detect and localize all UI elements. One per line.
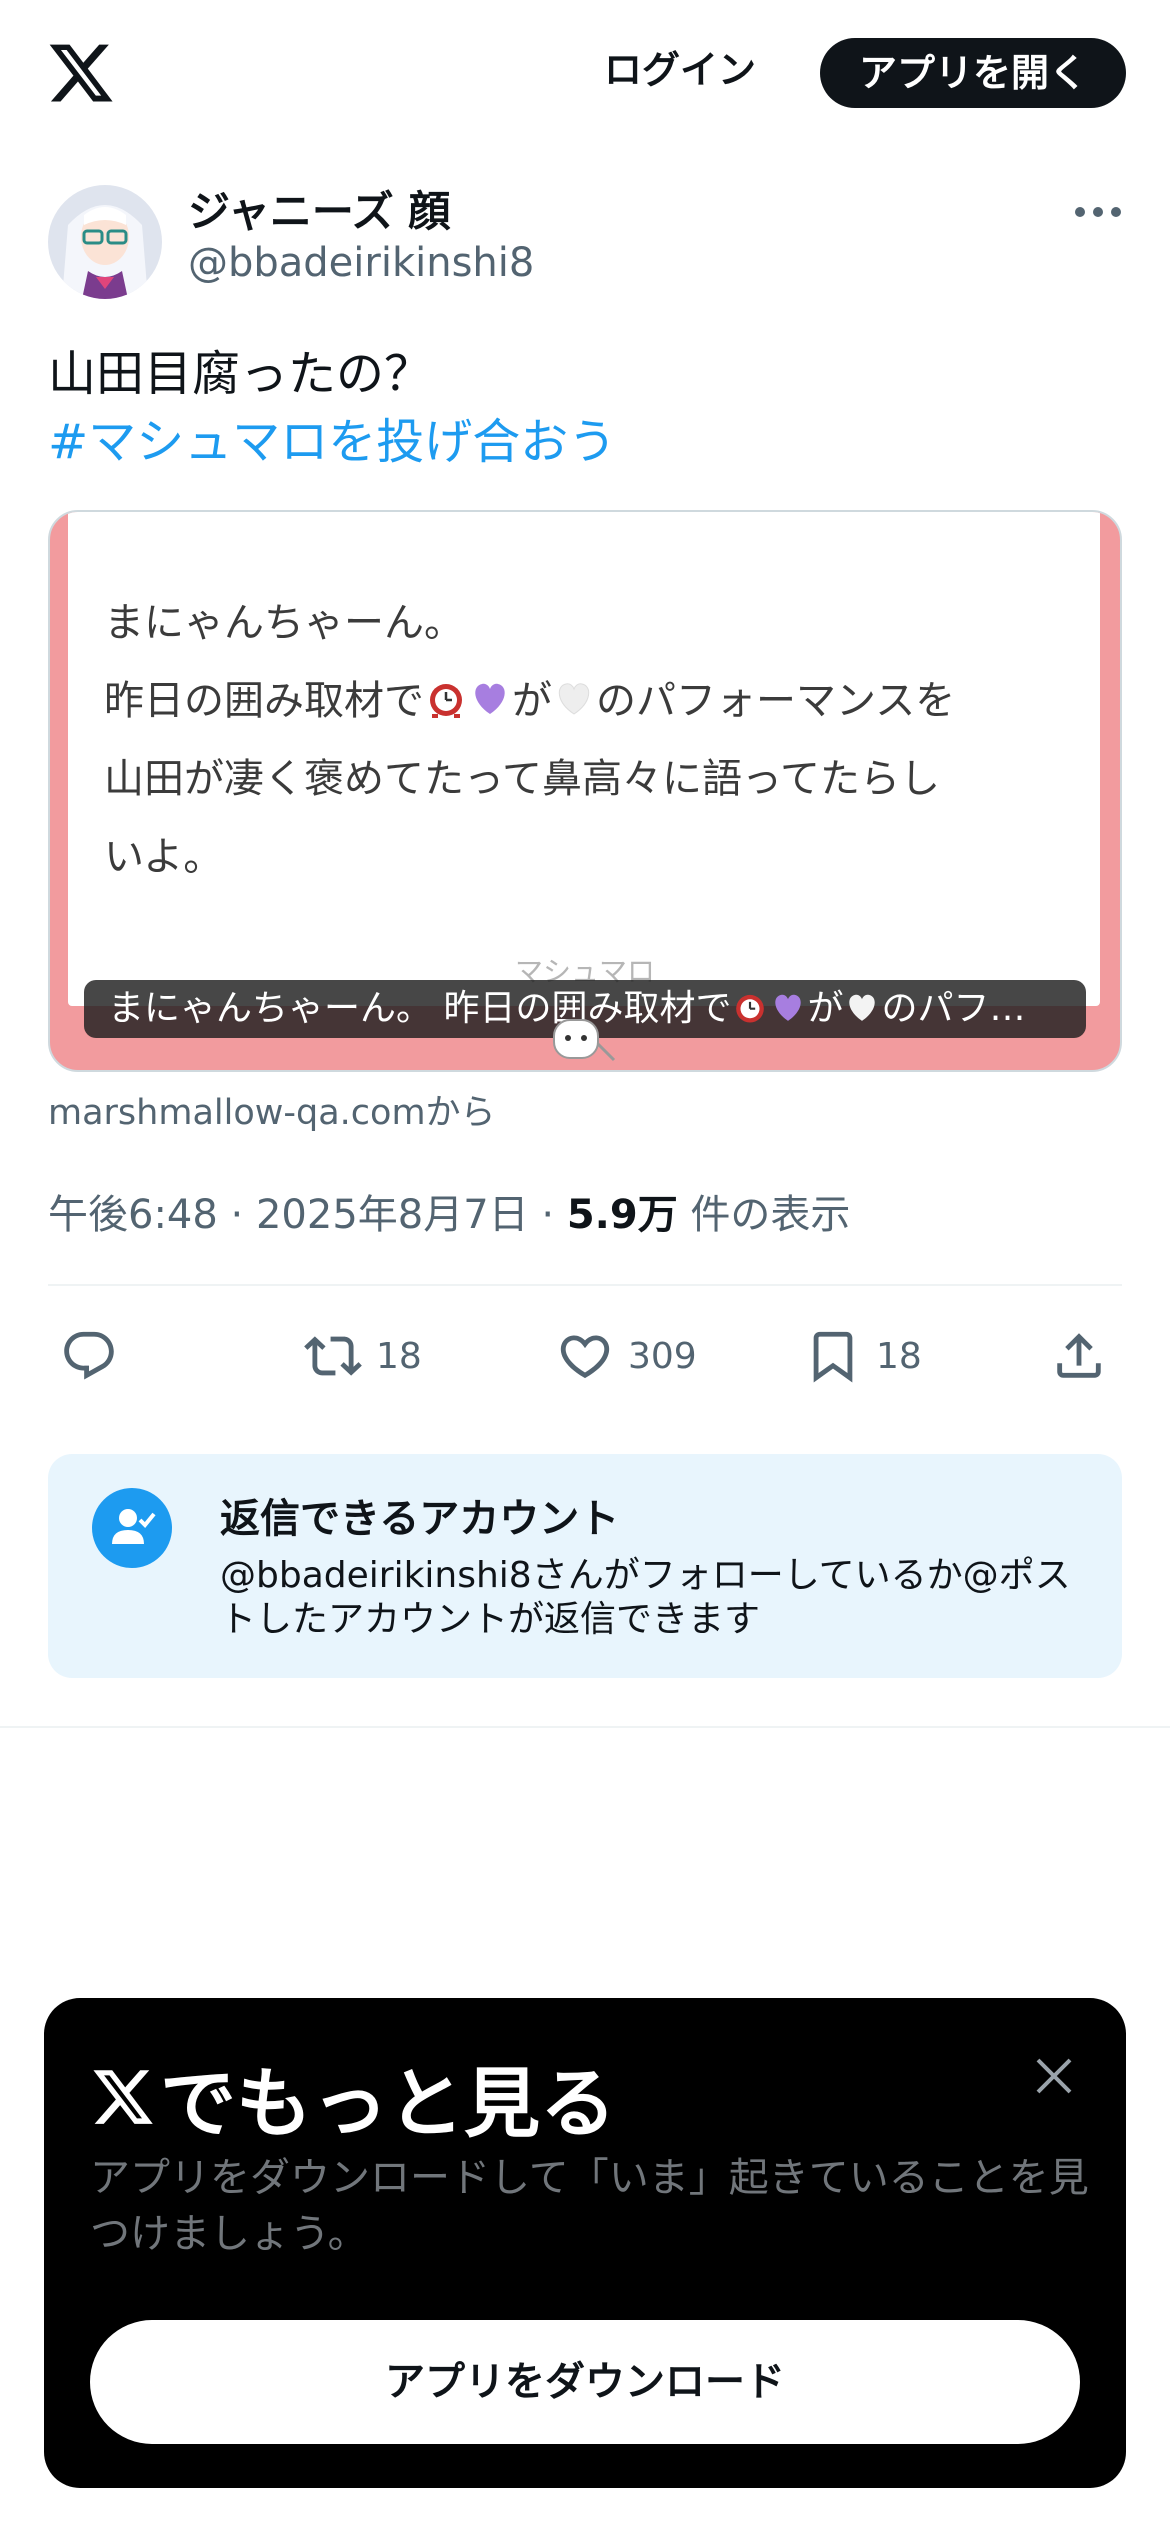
close-icon[interactable] [1028, 2050, 1080, 2102]
card-line-3: 山田が凄く褒めてたって鼻高々に語ってたらし [104, 756, 940, 802]
avatar[interactable] [48, 185, 162, 299]
reply-button[interactable] [60, 1320, 118, 1392]
views-count: 5.9万 [566, 1192, 678, 1238]
caption-part-b: が [807, 988, 844, 1029]
retweet-icon [304, 1336, 362, 1376]
tweet-time[interactable]: 午後6:48 [48, 1192, 218, 1238]
login-link[interactable]: ログイン [590, 40, 770, 100]
bookmark-count: 18 [876, 1335, 922, 1377]
share-icon [1057, 1333, 1101, 1378]
card-line-1: まにゃんちゃーん。 [104, 600, 464, 646]
download-app-button[interactable]: アプリをダウンロード [90, 2320, 1080, 2444]
sheet-description: アプリをダウンロードして「いま」起きていることを見つけましょう。 [90, 2155, 1089, 2257]
purple-heart-emoji [775, 994, 802, 1021]
sheet-title: でもっと見る [90, 2042, 616, 2152]
sheet-title-text: でもっと見る [160, 2059, 616, 2148]
share-button[interactable] [1050, 1320, 1108, 1392]
meta-separator: · [230, 1192, 244, 1238]
reply-icon [64, 1331, 114, 1380]
retweet-count: 18 [376, 1335, 422, 1377]
divider [48, 1284, 1122, 1286]
card-line-2b: が [512, 678, 552, 724]
bookmark-button[interactable]: 18 [804, 1320, 922, 1392]
more-options-icon[interactable] [1070, 188, 1126, 236]
reply-restriction-title: 返信できるアカウント [220, 1496, 620, 1542]
reply-restriction-notice: 返信できるアカウント @bbadeirikinshi8さんがフォローしているか@… [48, 1454, 1122, 1678]
white-heart-emoji [849, 994, 876, 1021]
reply-restriction-description: @bbadeirikinshi8さんがフォローしているか@ポストしたアカウントが… [220, 1555, 1071, 1640]
top-bar: ログイン アプリを開く [0, 0, 1170, 150]
like-button[interactable]: 309 [556, 1320, 697, 1392]
card-line-2c: のパフォーマンスを [596, 678, 956, 724]
x-logo-icon [93, 2070, 153, 2124]
divider [0, 1726, 1170, 1728]
caption-part-c: のパフ… [881, 988, 1026, 1029]
retweet-button[interactable]: 18 [304, 1320, 422, 1392]
user-check-icon [112, 1509, 156, 1544]
meta-separator: · [541, 1192, 555, 1238]
tweet-meta: 午後6:48 · 2025年8月7日 · 5.9万 件の表示 [48, 1182, 850, 1240]
card-line-4: いよ。 [104, 834, 224, 880]
author-display-name[interactable]: ジャニーズ 顔 [188, 178, 450, 239]
like-count: 309 [628, 1335, 697, 1377]
views-label: 件の表示 [690, 1192, 851, 1238]
x-logo-icon[interactable] [46, 38, 116, 108]
clock-emoji [430, 684, 462, 718]
tweet-text: 山田目腐ったの？ #マシュマロを投げ合おう [48, 340, 1128, 476]
clock-emoji [736, 994, 765, 1023]
open-app-sheet: でもっと見る アプリをダウンロードして「いま」起きていることを見つけましょう。 … [44, 1998, 1126, 2488]
card-line-2a: 昨日の囲み取材で [104, 678, 424, 724]
open-app-button[interactable]: アプリを開く [820, 38, 1126, 108]
card-source[interactable]: marshmallow-qa.comから [48, 1084, 496, 1135]
white-heart-emoji [558, 683, 590, 715]
tweet-body: 山田目腐ったの？ [48, 346, 433, 402]
marshmallow-mascot-icon [553, 1019, 616, 1062]
reply-restriction-icon [92, 1488, 172, 1568]
purple-heart-emoji [475, 683, 505, 714]
heart-icon [560, 1335, 610, 1379]
caption-part-a: まにゃんちゃーん。 昨日の囲み取材で [108, 988, 732, 1029]
hashtag-link[interactable]: #マシュマロを投げ合おう [48, 408, 1128, 476]
card-line-2: 昨日の囲み取材で がのパフォーマンスを [104, 662, 1064, 740]
bookmark-icon [813, 1331, 853, 1383]
tweet-date[interactable]: 2025年8月7日 [256, 1192, 529, 1238]
card-question-text: まにゃんちゃーん。 昨日の囲み取材で がのパフォーマンスを 山田が凄く褒めてたって… [104, 584, 1064, 896]
author-handle[interactable]: @bbadeirikinshi8 [188, 240, 534, 286]
